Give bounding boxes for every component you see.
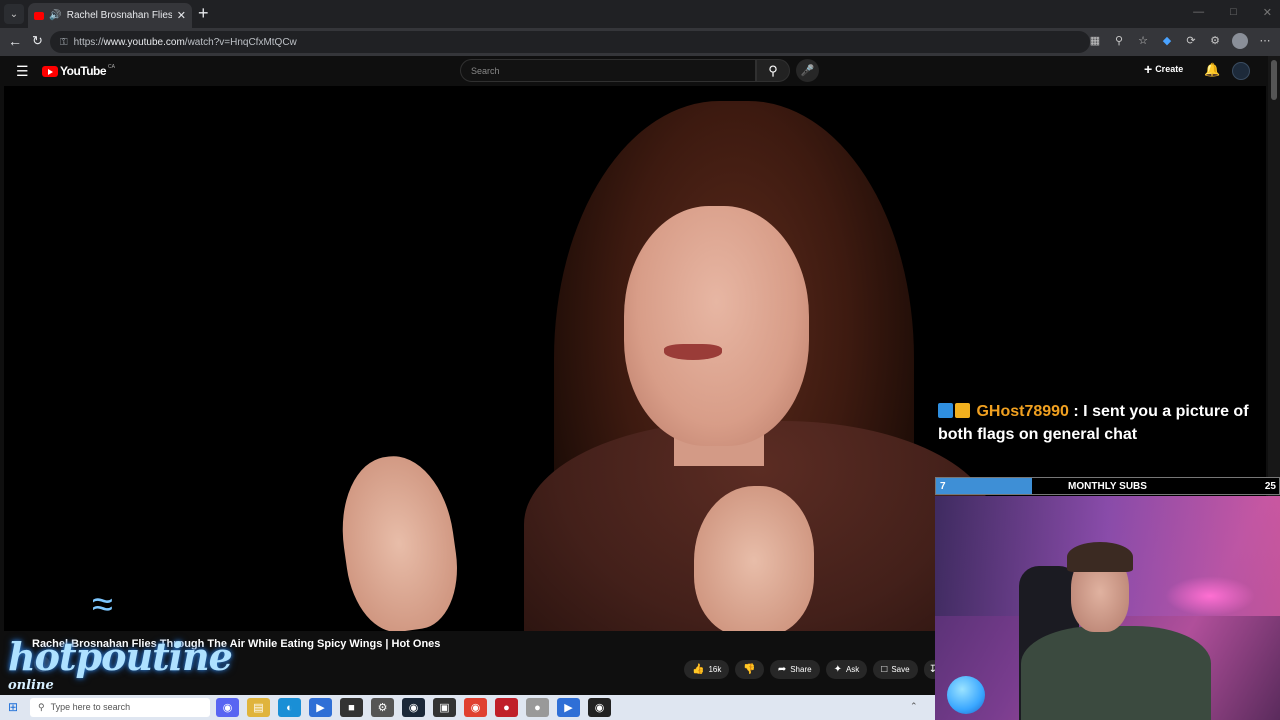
extensions-toolbar: ▦ ⚲ ☆ ◆ ⟳ ⚙ ⋯ (1088, 33, 1272, 49)
app-red-icon[interactable]: ● (495, 698, 518, 717)
webcam-orb (947, 676, 985, 714)
window-controls: — □ ✕ (1193, 6, 1272, 19)
youtube-header: ☰ YouTube CA Search ⚲ 🎤 + Create 🔔 (4, 56, 1266, 86)
share-icon: ➦ (777, 664, 787, 675)
create-button[interactable]: + Create (1144, 61, 1184, 77)
dislike-button[interactable]: 👎 (735, 660, 764, 679)
share-label: Share (790, 665, 812, 674)
save-label: Save (891, 665, 910, 674)
avatar[interactable] (1232, 62, 1250, 80)
app-dark-icon[interactable]: ■ (340, 698, 363, 717)
youtube-favicon-icon (34, 11, 45, 20)
new-tab-icon[interactable]: + (198, 4, 209, 22)
star-icon[interactable]: ☆ (1136, 33, 1150, 47)
chrome-icon[interactable]: ◉ (464, 698, 487, 717)
obs-icon[interactable]: ◉ (588, 698, 611, 717)
watermark-tag: online (8, 678, 54, 693)
like-icon: 👍 (692, 664, 705, 675)
discord-icon[interactable]: ◉ (216, 698, 239, 717)
video-actions: 👍 16k 👎 ➦ Share ✦ Ask □ Save ↧ (684, 660, 942, 679)
like-button[interactable]: 👍 16k (684, 660, 730, 679)
ask-label: Ask (845, 665, 860, 674)
puzzle-icon[interactable]: ⚙ (1208, 33, 1222, 47)
extension-icon[interactable]: ◆ (1160, 33, 1174, 47)
steam-icon[interactable]: ◉ (402, 698, 425, 717)
app-blue-2-icon[interactable]: ▶ (557, 698, 580, 717)
share-button[interactable]: ➦ Share (769, 660, 820, 679)
chat-username: GHost78990 (976, 403, 1069, 420)
create-label: Create (1155, 64, 1184, 74)
chat-separator: : (1068, 403, 1084, 420)
plus-icon: + (1144, 61, 1153, 77)
subs-goal: 25 (1264, 481, 1276, 492)
webcam-feed (935, 496, 1280, 720)
profile-avatar[interactable] (1232, 33, 1248, 49)
tray-chevron-icon[interactable]: ⌃ (910, 701, 918, 712)
minimize-icon[interactable]: — (1193, 6, 1204, 19)
app-blue-icon[interactable]: ▶ (309, 698, 332, 717)
youtube-play-icon (42, 65, 58, 77)
url-field[interactable]: ⚿ https://www.youtube.com/watch?v=HnqCfx… (50, 31, 1090, 53)
video-subject-face (624, 206, 809, 446)
speaker-icon[interactable]: 🔊 (49, 10, 61, 21)
logo-text: YouTube (60, 64, 107, 78)
ask-button[interactable]: ✦ Ask (825, 660, 868, 679)
youtube-logo[interactable]: YouTube CA (42, 64, 115, 78)
zoom-icon[interactable]: ⚲ (1112, 33, 1126, 47)
app-grey-icon[interactable]: ● (526, 698, 549, 717)
browser-tab-strip: ⌄ 🔊 Rachel Brosnahan Flies Throu ✕ + — □… (0, 0, 1280, 28)
webcam-person-hair (1067, 542, 1133, 572)
grid-icon[interactable]: ▦ (1088, 33, 1102, 47)
mic-icon[interactable]: 🎤 (796, 59, 819, 82)
windows-start-icon[interactable]: ⊞ (8, 701, 20, 713)
subs-label: MONTHLY SUBS (1068, 481, 1147, 492)
menu-icon[interactable]: ☰ (16, 63, 29, 80)
file-explorer-icon[interactable]: ▤ (247, 698, 270, 717)
ask-icon: ✦ (833, 664, 842, 675)
tab-list-icon[interactable]: ⌄ (4, 4, 24, 24)
moderator-badge-icon (938, 403, 953, 418)
settings-icon[interactable]: ⚙ (371, 698, 394, 717)
flame-logo-icon: ≈ (92, 584, 113, 626)
save-button[interactable]: □ Save (873, 660, 918, 679)
lock-icon[interactable]: ⚿ (60, 37, 68, 48)
video-subject-hand-right (694, 486, 814, 631)
search-icon[interactable]: ⚲ (756, 59, 790, 82)
webcam-lamp (1165, 576, 1255, 616)
more-icon[interactable]: ⋯ (1258, 33, 1272, 47)
subs-goal-bar: 7 MONTHLY SUBS 25 (935, 477, 1280, 495)
bell-icon[interactable]: 🔔 (1204, 62, 1220, 78)
watermark-brand: hotpoutine (8, 634, 233, 679)
address-bar-row: ← ↻ ⚿ https://www.youtube.com/watch?v=Hn… (0, 28, 1280, 56)
save-icon: □ (881, 664, 888, 675)
chat-message: GHost78990 : I sent you a picture of bot… (938, 400, 1276, 446)
region-code: CA (108, 64, 115, 70)
refresh-ext-icon[interactable]: ⟳ (1184, 33, 1198, 47)
app-square-icon[interactable]: ▣ (433, 698, 456, 717)
edge-icon[interactable]: ◐ (278, 698, 301, 717)
webcam-person-body (1021, 626, 1211, 720)
maximize-icon[interactable]: □ (1230, 6, 1237, 19)
reload-icon[interactable]: ↻ (32, 33, 43, 49)
taskbar-search-input[interactable]: ⚲ Type here to search (30, 698, 210, 717)
like-count: 16k (708, 665, 722, 674)
video-subject-mouth (664, 344, 722, 360)
search-input[interactable]: Search (460, 59, 756, 82)
taskbar-apps: ◉ ▤ ◐ ▶ ■ ⚙ ◉ ▣ ◉ ● ● ▶ ◉ (216, 698, 611, 717)
crown-badge-icon (955, 403, 970, 418)
tab-active[interactable]: 🔊 Rachel Brosnahan Flies Throu ✕ (28, 3, 192, 28)
close-window-icon[interactable]: ✕ (1263, 6, 1272, 19)
windows-taskbar: ⊞ ⚲ Type here to search ◉ ▤ ◐ ▶ ■ ⚙ ◉ ▣ ◉… (0, 695, 935, 720)
dislike-icon: 👎 (743, 664, 756, 675)
url-text: https://www.youtube.com/watch?v=HnqCfxMt… (73, 36, 297, 48)
taskbar-search-icon: ⚲ (38, 702, 45, 712)
taskbar-search-placeholder: Type here to search (50, 702, 131, 712)
stream-watermark: ≈ hotpoutine online (6, 582, 233, 693)
close-icon[interactable]: ✕ (177, 9, 186, 22)
video-subject-hand-left (332, 449, 466, 631)
tab-title: Rachel Brosnahan Flies Throu (66, 10, 172, 21)
scrollbar-thumb[interactable] (1271, 60, 1277, 100)
back-icon[interactable]: ← (8, 33, 22, 49)
